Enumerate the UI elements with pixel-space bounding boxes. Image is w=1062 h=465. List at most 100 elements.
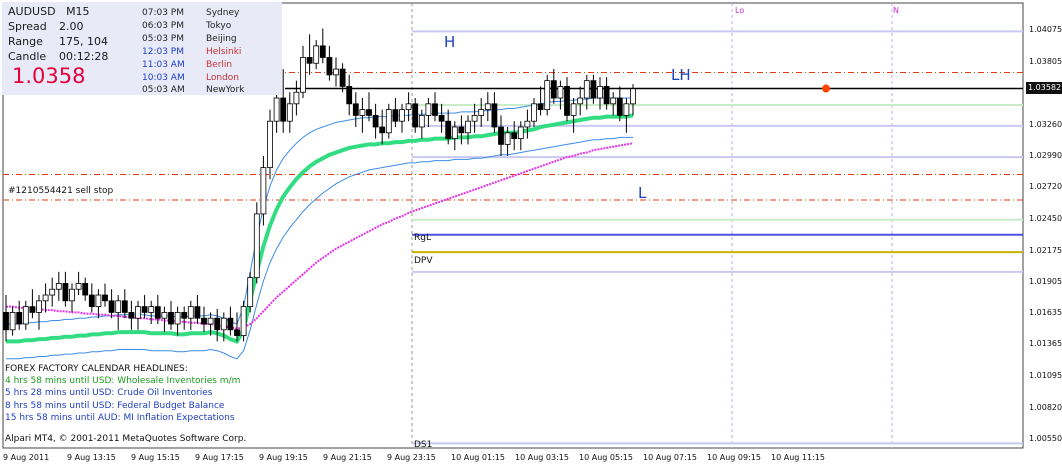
candle-body [227,317,234,331]
candle-body [95,294,102,308]
session-time: 11:03 AM [142,59,185,70]
lo-session-label: Lo [735,6,745,15]
series-line-band_lower [6,136,633,360]
session-city: London [206,72,239,83]
candle-body [75,283,82,290]
range-value: 175, 104 [59,35,108,48]
session-time: 05:03 PM [142,33,184,44]
candle-body [610,97,617,105]
candle-body [9,312,16,331]
candle-body [432,103,438,116]
candle-body [141,306,148,313]
candle-body [537,103,544,111]
candle-body [570,103,577,116]
chart-area[interactable]: AUDUSD M15 Spread 2.00 Range 175, 104 Ca… [0,0,1062,465]
candle-body [201,317,207,325]
candle-body [247,277,254,308]
candle-body [385,109,392,134]
candle-body [557,86,564,99]
time-tick-label: 9 Aug 17:15 [195,453,244,462]
candle-body [220,317,227,331]
time-tick-label: 10 Aug 05:15 [579,453,633,462]
price-tick-label: 1.02175 [1029,245,1062,255]
candle-body [16,312,23,325]
candle-body [438,115,445,122]
range-label: Range [8,35,43,48]
candle-body [445,120,452,139]
candle-body [517,126,524,139]
candle-body [339,68,346,87]
candle-body [306,57,313,64]
candle-body [174,312,181,325]
candle-body [418,115,425,128]
candle-body [135,306,141,319]
candle-body [451,126,458,139]
candle-body [36,300,42,313]
candle-body [49,288,56,296]
time-tick-label: 10 Aug 11:15 [771,453,825,462]
timeframe: M15 [66,5,90,18]
price-tick-label: 1.00820 [1029,402,1062,412]
candle-body [240,306,247,336]
candle-body [511,132,518,139]
session-row: 11:03 AM Berlin [142,59,244,72]
candle-body [273,97,280,122]
candle-body [3,312,9,331]
candle-body [69,288,75,302]
candle-body [187,306,194,319]
n-session-label: N [893,6,899,15]
candle-body [181,312,188,319]
candle-body [379,126,386,134]
session-row: 10:03 AM London [142,72,244,85]
candle-body [22,306,29,325]
candle-label: Candle [8,50,47,63]
time-tick-label: 9 Aug 23:15 [387,453,436,462]
candle-body [319,45,326,58]
calendar-item: 5 hrs 28 mins until USD: Crude Oil Inven… [5,388,213,399]
dpv-label: DPV [414,256,433,266]
time-tick-label: 10 Aug 07:15 [643,453,697,462]
time-axis[interactable]: 9 Aug 2011 9 Aug 13:15 9 Aug 15:15 9 Aug 17… [0,451,1024,465]
spread-label: Spread [8,20,47,33]
price-axis[interactable]: 1.04075 1.03805 1.03260 1.02990 1.02720 1.024… [1024,0,1062,450]
session-row: 05:03 PM Beijing [142,33,244,46]
candle-body [154,306,161,319]
spread-value: 2.00 [59,20,84,33]
current-price-tag: 1.03582 [1026,82,1062,94]
low-marker-label: L [638,184,647,202]
rgl-label: RgL [414,233,431,243]
session-row: 12:03 PM Helsinki [142,46,244,59]
candle-body [346,86,353,105]
session-city: Berlin [206,59,233,70]
candle-body [498,126,504,145]
candle-body [260,167,267,215]
candle-body [194,306,201,319]
info-panel: AUDUSD M15 Spread 2.00 Range 175, 104 Ca… [2,2,282,95]
session-row: 06:03 PM Tokyo [142,20,244,33]
session-city: Beijing [206,33,237,44]
ds1-label: DS1 [414,440,433,450]
candle-timer: 00:12:28 [59,50,109,63]
candle-body [372,115,379,128]
price-tick-label: 1.02990 [1029,151,1062,161]
candle-body [207,317,214,325]
candle-body [359,109,366,116]
session-city: NewYork [206,85,245,96]
symbol-name: AUDUSD [8,5,56,18]
price-tick-label: 1.02720 [1029,182,1062,192]
candle-body [616,97,623,116]
candle-body [352,103,359,116]
session-city: Helsinki [206,46,242,57]
calendar-item: 8 hrs 58 mins until USD: Federal Budget … [5,400,225,411]
candle-body [478,109,485,116]
candle-body [300,57,306,93]
current-price-big: 1.0358 [12,64,86,88]
time-tick-label: 9 Aug 19:15 [259,453,308,462]
candle-body [253,213,260,279]
candle-body [504,132,511,145]
candle-body [280,97,287,122]
lower-high-marker-label: LH [671,66,691,84]
candle-body [603,86,610,105]
price-tick-label: 1.03260 [1029,119,1062,129]
time-tick-label: 9 Aug 15:15 [131,453,180,462]
